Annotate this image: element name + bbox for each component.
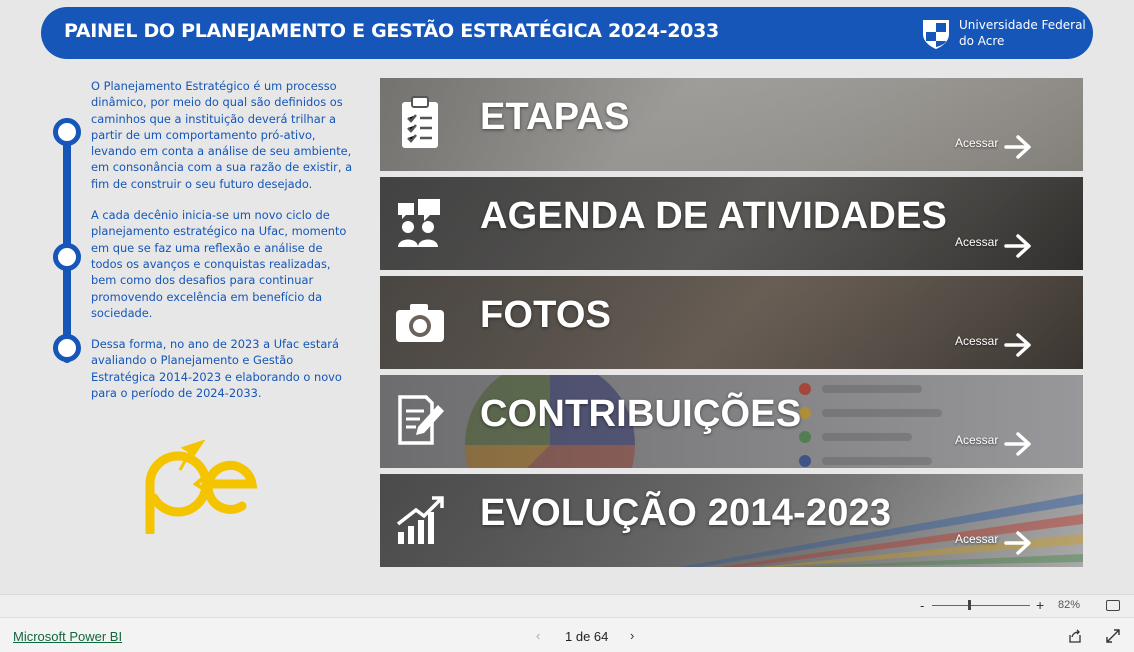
- page-indicator: 1 de 64: [565, 629, 609, 644]
- card-etapas[interactable]: ETAPAS Acessar: [380, 78, 1083, 171]
- pe-logo-icon: [145, 440, 258, 534]
- navigation-cards: ETAPAS Acessar AGENDA DE ATIVIDADES Aces…: [380, 78, 1083, 573]
- arrow-right-icon[interactable]: [1004, 333, 1032, 357]
- shield-icon: [923, 20, 949, 49]
- card-evolucao[interactable]: EVOLUÇÃO 2014-2023 Acessar: [380, 474, 1083, 567]
- access-link[interactable]: Acessar: [955, 334, 998, 348]
- timeline-dot: [53, 243, 81, 271]
- clipboard-checklist-icon: [402, 96, 438, 148]
- fullscreen-icon[interactable]: [1105, 628, 1121, 644]
- zoom-level: 82%: [1058, 599, 1081, 611]
- zoom-in-button[interactable]: +: [1036, 597, 1044, 613]
- timeline-dot: [53, 334, 81, 362]
- card-title: CONTRIBUIÇÕES: [480, 393, 802, 435]
- zoom-slider-track[interactable]: [932, 605, 1030, 606]
- intro-text: O Planejamento Estratégico é um processo…: [91, 78, 356, 416]
- university-name-line1: Universidade Federal: [959, 18, 1086, 32]
- zoom-slider-thumb[interactable]: [968, 600, 971, 610]
- footer: Microsoft Power BI ‹ 1 de 64 ›: [0, 617, 1134, 652]
- share-icon[interactable]: [1067, 628, 1083, 644]
- card-title: ETAPAS: [480, 96, 630, 138]
- card-contribuicoes[interactable]: CONTRIBUIÇÕES Acessar: [380, 375, 1083, 468]
- university-name-line2: do Acre: [959, 34, 1005, 48]
- next-page-icon[interactable]: ›: [630, 628, 634, 643]
- arrow-right-icon[interactable]: [1004, 234, 1032, 258]
- arrow-right-icon[interactable]: [1004, 432, 1032, 456]
- report-canvas: PAINEL DO PLANEJAMENTO E GESTÃO ESTRATÉG…: [0, 0, 1134, 594]
- arrow-right-icon[interactable]: [1004, 531, 1032, 555]
- power-bi-link[interactable]: Microsoft Power BI: [13, 629, 122, 644]
- timeline-dot: [53, 118, 81, 146]
- page-title: PAINEL DO PLANEJAMENTO E GESTÃO ESTRATÉG…: [64, 20, 719, 42]
- intro-paragraph-2: A cada decênio inicia-se um novo ciclo d…: [91, 208, 347, 320]
- viewer-bottom-bar: - + 82% Microsoft Power BI ‹ 1 de 64 ›: [0, 594, 1134, 652]
- intro-paragraph-1: O Planejamento Estratégico é um processo…: [91, 79, 353, 191]
- previous-page-icon[interactable]: ‹: [536, 628, 540, 643]
- header-bar: PAINEL DO PLANEJAMENTO E GESTÃO ESTRATÉG…: [41, 7, 1093, 59]
- growth-chart-icon: [396, 496, 444, 544]
- card-title: AGENDA DE ATIVIDADES: [480, 195, 948, 237]
- access-link[interactable]: Acessar: [955, 532, 998, 546]
- access-link[interactable]: Acessar: [955, 433, 998, 447]
- card-agenda[interactable]: AGENDA DE ATIVIDADES Acessar: [380, 177, 1083, 270]
- access-link[interactable]: Acessar: [955, 136, 998, 150]
- zoom-out-button[interactable]: -: [920, 598, 924, 613]
- camera-icon: [396, 304, 444, 342]
- university-name: Universidade Federal do Acre: [959, 17, 1099, 49]
- fit-to-page-icon[interactable]: [1106, 600, 1120, 611]
- people-chat-icon: [398, 199, 440, 247]
- arrow-right-icon[interactable]: [1004, 135, 1032, 159]
- timeline-line: [63, 118, 71, 363]
- access-link[interactable]: Acessar: [955, 235, 998, 249]
- card-title: EVOLUÇÃO 2014-2023: [480, 492, 892, 534]
- card-title: FOTOS: [480, 294, 612, 336]
- document-edit-icon: [398, 395, 444, 445]
- intro-paragraph-3: Dessa forma, no ano de 2023 a Ufac estar…: [91, 337, 342, 401]
- timeline-decoration: [53, 118, 81, 363]
- zoom-control: - + 82%: [0, 595, 1134, 617]
- card-fotos[interactable]: FOTOS Acessar: [380, 276, 1083, 369]
